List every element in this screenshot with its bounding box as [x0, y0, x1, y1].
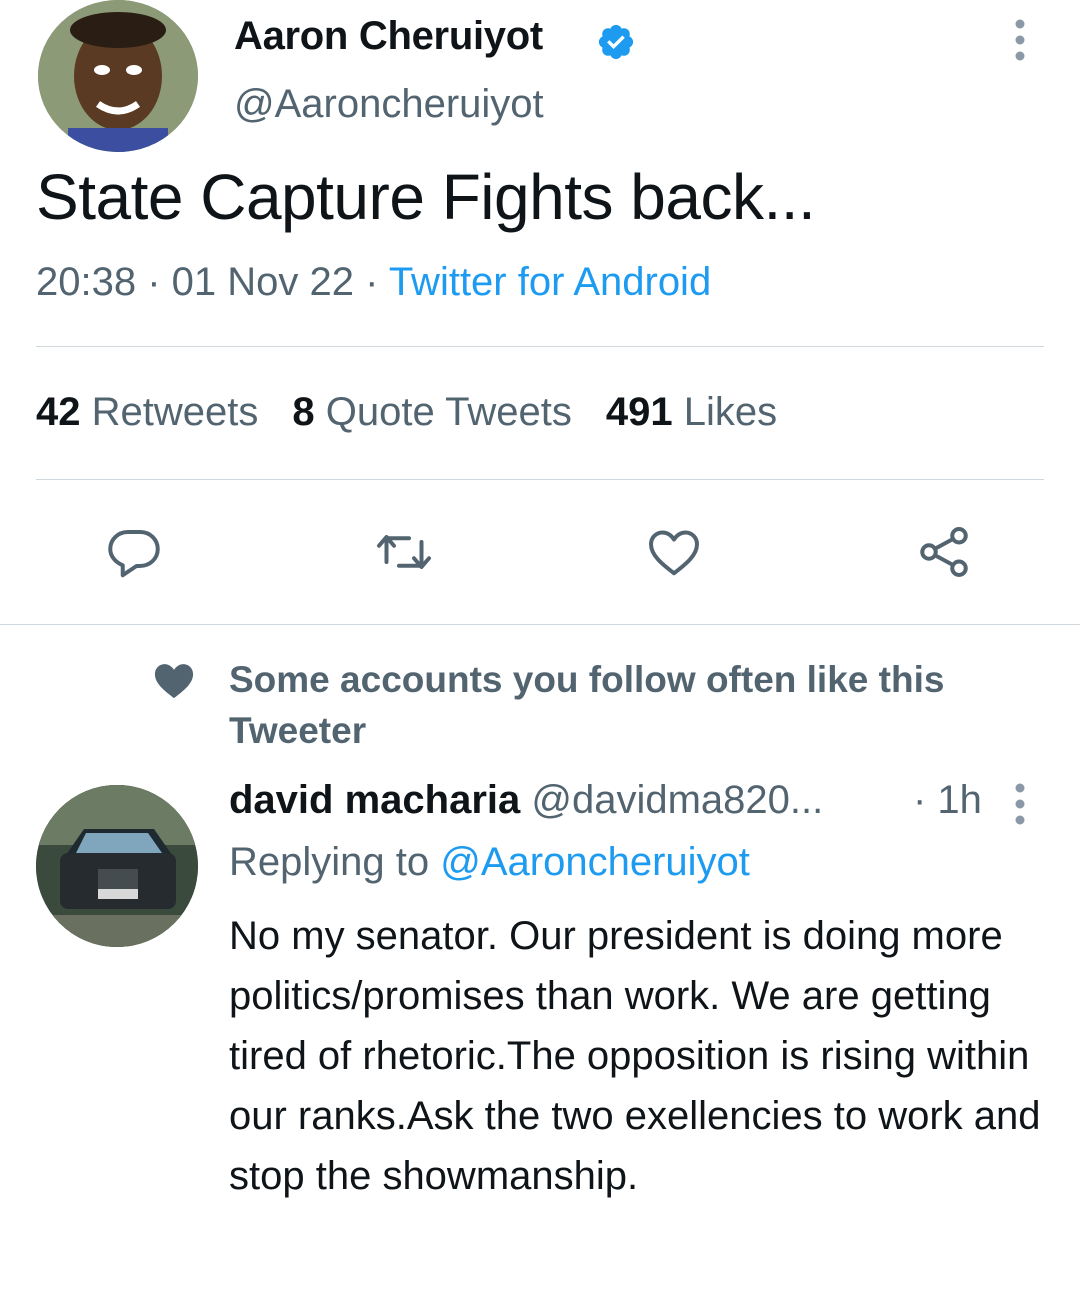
replying-to-mention[interactable]: @Aaroncheruiyot	[440, 840, 750, 884]
author-handle[interactable]: @Aaroncheruiyot	[234, 82, 544, 127]
section-divider	[0, 624, 1080, 625]
heart-icon	[152, 660, 196, 700]
tweet-source-link[interactable]: Twitter for Android	[389, 260, 711, 304]
quotes-stat[interactable]: 8 Quote Tweets	[292, 390, 571, 434]
author-name[interactable]: Aaron Cheruiyot	[234, 14, 543, 59]
tweet-meta: 20:38 · 01 Nov 22 · Twitter for Android	[36, 260, 711, 305]
likes-stat[interactable]: 491 Likes	[606, 390, 777, 434]
reply-icon[interactable]	[104, 522, 164, 582]
reply-author-handle[interactable]: @davidma820...	[531, 778, 823, 822]
reply-time[interactable]: · 1h	[913, 778, 982, 823]
social-context-text: Some accounts you follow often like this…	[229, 659, 945, 751]
reply-header: david macharia @davidma820...	[229, 778, 823, 823]
tweet-time: 20:38	[36, 260, 137, 304]
replying-to: Replying to @Aaroncheruiyot	[229, 840, 750, 885]
tweet-stats: 42 Retweets 8 Quote Tweets 491 Likes	[36, 390, 777, 435]
replying-prefix: Replying to	[229, 840, 441, 884]
reply-author-name[interactable]: david macharia	[229, 778, 520, 822]
quotes-label: Quote Tweets	[325, 390, 572, 434]
more-options-icon[interactable]	[1006, 18, 1034, 62]
likes-count: 491	[605, 390, 673, 434]
tweet-text: State Capture Fights back...	[36, 161, 816, 233]
divider	[36, 346, 1044, 347]
retweet-icon[interactable]	[374, 522, 434, 582]
retweets-count: 42	[36, 390, 81, 434]
share-icon[interactable]	[914, 522, 974, 582]
divider	[36, 479, 1044, 480]
quotes-count: 8	[292, 390, 315, 434]
retweets-stat[interactable]: 42 Retweets	[36, 390, 258, 434]
meta-separator: ·	[354, 260, 389, 304]
meta-separator: ·	[136, 260, 172, 304]
verified-badge-icon	[596, 22, 636, 62]
reply-text: No my senator. Our president is doing mo…	[229, 914, 1041, 1198]
author-avatar[interactable]	[38, 0, 198, 152]
tweet-date: 01 Nov 22	[171, 260, 354, 304]
reply-more-options-icon[interactable]	[1006, 782, 1034, 826]
likes-label: Likes	[683, 390, 778, 434]
reply-author-avatar[interactable]	[36, 785, 198, 947]
like-icon[interactable]	[644, 522, 704, 582]
retweets-label: Retweets	[91, 390, 259, 434]
